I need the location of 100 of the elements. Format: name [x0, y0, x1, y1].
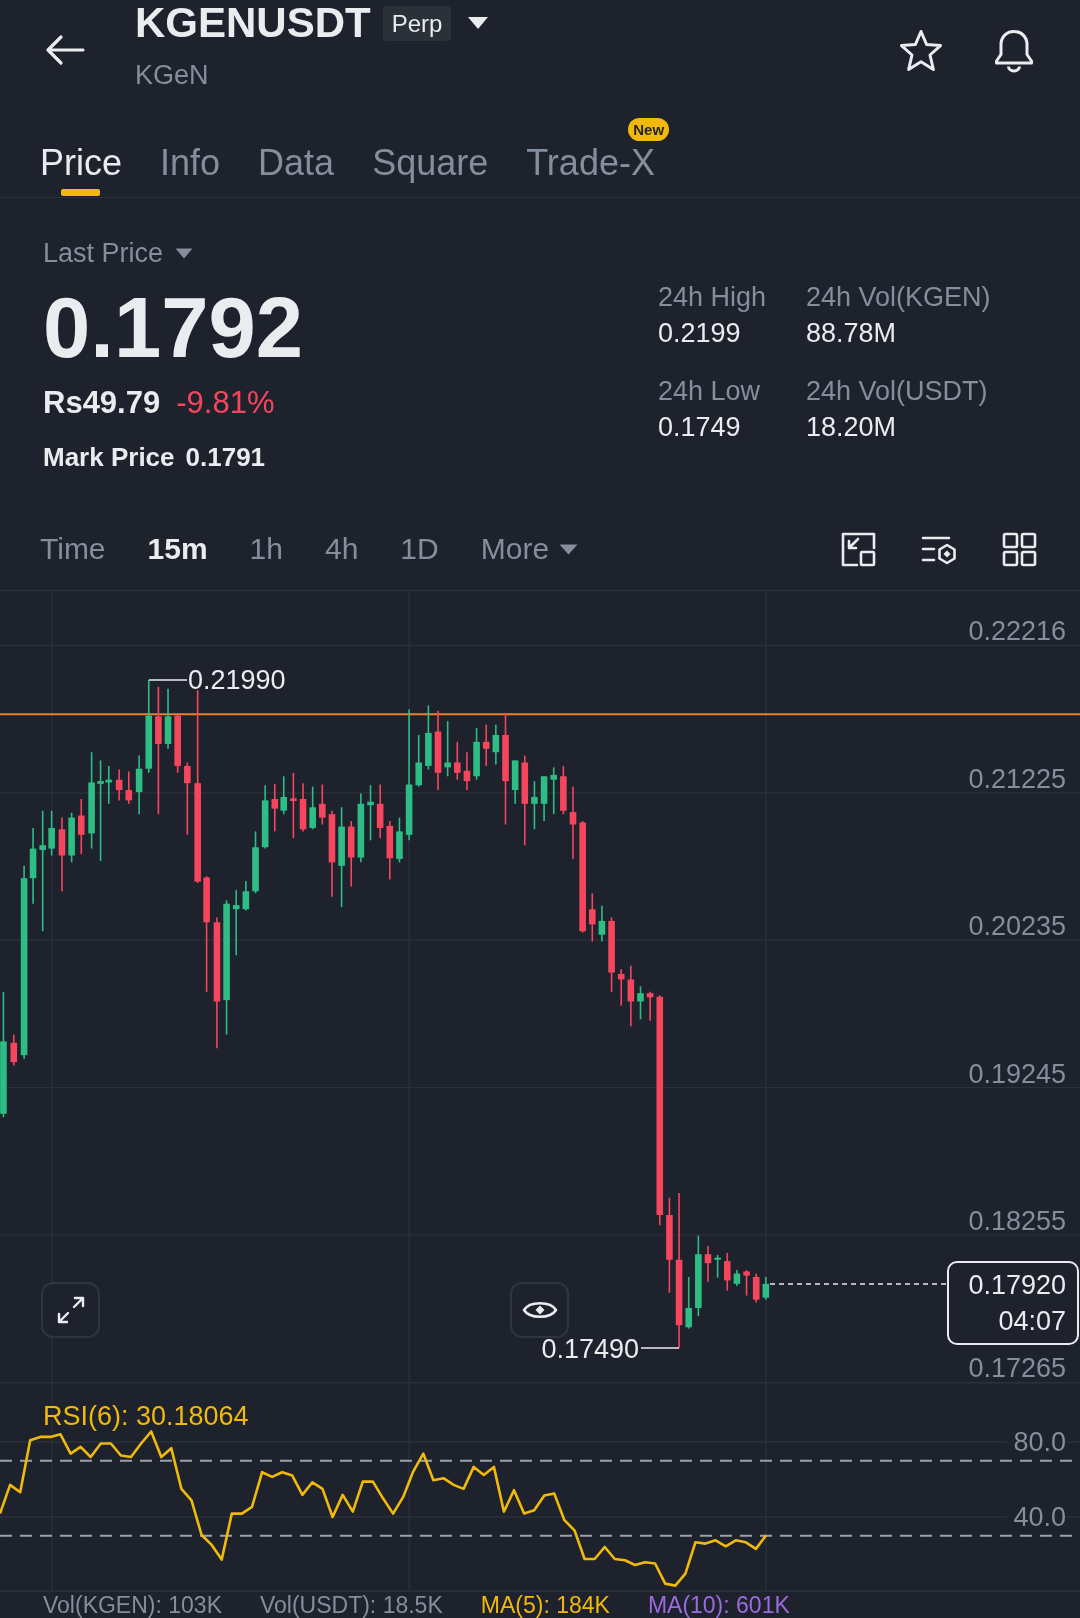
price-axis-label: 0.19245	[968, 1060, 1066, 1087]
price-axis-label: 0.17265	[968, 1355, 1066, 1382]
falling-candle	[125, 770, 133, 805]
grid-icon[interactable]	[1002, 531, 1037, 567]
price-type-selector[interactable]: Last Price	[43, 238, 194, 268]
stat-value: 88.78M	[806, 317, 897, 349]
high-leader-line	[148, 679, 188, 681]
falling-candle	[617, 968, 625, 1007]
caret-icon	[175, 247, 194, 259]
rising-candle	[48, 809, 55, 857]
falling-candle	[560, 765, 567, 815]
tab[interactable]: Data	[258, 110, 335, 197]
falling-candle	[627, 964, 635, 1028]
stat-label: 24h Vol(KGEN)	[806, 281, 991, 313]
rising-candle	[252, 830, 259, 895]
falling-candle	[482, 723, 490, 767]
stat-label: 24h High	[658, 281, 767, 313]
falling-candle	[743, 1269, 750, 1297]
caret-icon	[559, 543, 579, 555]
volume-legend-item: Vol(KGEN): 103K	[43, 1592, 222, 1618]
interval-tab[interactable]: 1h	[249, 532, 283, 566]
dropdown-caret-icon[interactable]	[467, 16, 490, 30]
falling-candle	[299, 782, 307, 833]
rising-candle	[367, 784, 374, 842]
rising-candle	[135, 754, 143, 815]
falling-candle	[290, 772, 297, 840]
rising-candle	[415, 734, 423, 788]
falling-candle	[704, 1245, 712, 1283]
window-arrow-icon[interactable]	[841, 531, 876, 567]
interval-tab[interactable]: 4h	[325, 532, 359, 566]
interval-tab[interactable]: 15m	[147, 532, 208, 566]
rising-candle	[637, 985, 644, 1021]
low-price-label: 0.17490	[541, 1339, 639, 1359]
fiat-price: Rs49.79	[43, 385, 161, 421]
falling-candle	[463, 751, 471, 791]
falling-candle	[376, 783, 384, 840]
falling-candle	[752, 1272, 760, 1304]
rising-candle	[242, 880, 250, 912]
price-axis-label: 0.21225	[968, 765, 1066, 792]
star-icon[interactable]	[898, 29, 944, 73]
rising-candle	[733, 1269, 741, 1287]
rising-candle	[68, 812, 75, 864]
falling-candle	[386, 820, 394, 881]
price-axis-label: 0.22216	[968, 618, 1066, 645]
falling-candle	[77, 798, 85, 855]
volume-legend-item: MA(5): 184K	[480, 1592, 610, 1618]
more-dropdown[interactable]: More	[480, 532, 579, 566]
high-price-label: 0.21990	[188, 667, 286, 693]
rising-candle	[492, 723, 500, 766]
tab[interactable]: Price	[40, 110, 123, 197]
price-axis-label: 0.20235	[968, 913, 1066, 940]
back-arrow-icon[interactable]	[45, 34, 85, 66]
rising-candle	[396, 816, 403, 864]
rising-candle	[511, 759, 519, 805]
rising-candle	[598, 904, 606, 943]
interval-tab[interactable]: Time	[40, 532, 106, 566]
indicator-label: RSI(6): 30.18064	[43, 1401, 249, 1431]
expand-button[interactable]	[41, 1282, 100, 1338]
pair-symbol: KGENUSDT	[135, 0, 371, 46]
price-axis-label: 0.18255	[968, 1208, 1066, 1234]
rising-candle	[550, 766, 557, 815]
stat-value: 0.1749	[658, 411, 741, 443]
mark-price-value: 0.1791	[185, 442, 266, 472]
rising-candle	[540, 775, 548, 822]
rising-candle	[444, 720, 451, 778]
interval-tab[interactable]: 1D	[400, 532, 439, 566]
tab[interactable]: Info	[160, 110, 221, 197]
tab[interactable]: Square	[372, 110, 489, 197]
mark-price-label: Mark Price	[43, 442, 175, 472]
rising-candle	[309, 785, 316, 831]
contract-badge: Perp	[382, 5, 452, 41]
stat-value: 0.2199	[658, 317, 741, 349]
price-change: -9.81%	[176, 385, 275, 421]
falling-candle	[454, 741, 461, 781]
rising-candle	[280, 775, 288, 815]
low-leader-line	[640, 1347, 680, 1349]
rising-candle	[473, 727, 480, 781]
tag-price: 0.17920	[968, 1269, 1066, 1302]
falling-candle	[589, 892, 596, 943]
rising-candle	[762, 1276, 770, 1301]
falling-candle	[646, 991, 654, 1022]
falling-candle	[271, 783, 279, 833]
stat-label: 24h Low	[658, 375, 761, 407]
rising-candle	[232, 889, 240, 957]
volume-legend-item: Vol(USDT): 18.5K	[259, 1592, 443, 1618]
rising-candle	[714, 1254, 721, 1279]
visibility-button[interactable]	[510, 1282, 569, 1338]
falling-candle	[10, 1033, 18, 1067]
falling-candle	[319, 783, 326, 826]
falling-candle	[723, 1252, 731, 1292]
expand-icon	[55, 1295, 86, 1325]
rising-candle	[425, 704, 432, 771]
tag-countdown: 04:07	[998, 1305, 1066, 1338]
falling-candle	[347, 820, 355, 888]
stat-label: 24h Vol(USDT)	[806, 375, 988, 407]
falling-candle	[115, 768, 123, 802]
rising-candle	[261, 784, 269, 850]
pair-name: KGeN	[135, 60, 209, 90]
rising-candle	[685, 1276, 692, 1330]
last-price: 0.1792	[43, 283, 303, 373]
